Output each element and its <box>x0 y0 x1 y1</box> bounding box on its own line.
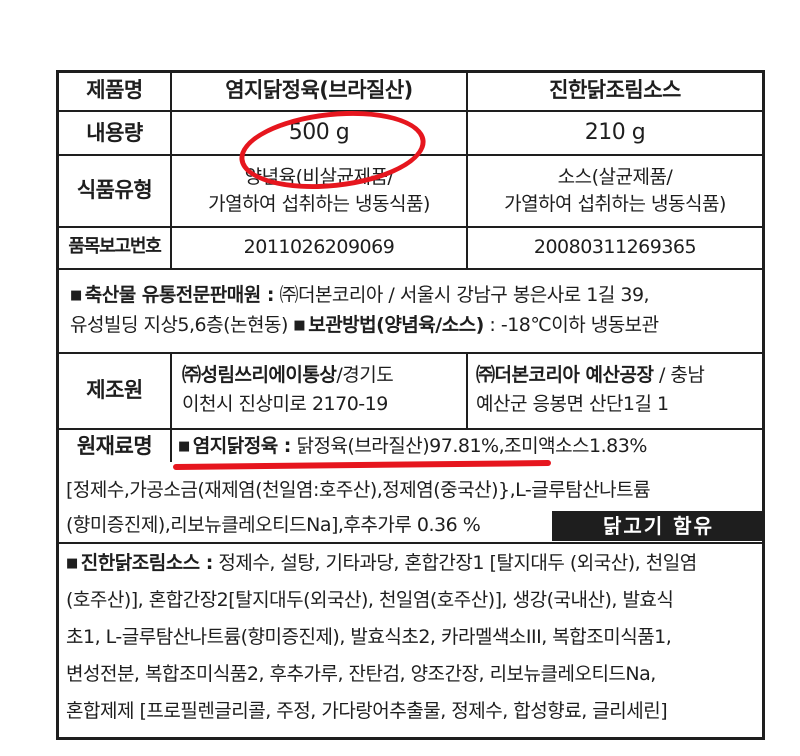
border-top <box>56 70 765 73</box>
manufacturer-label: 제조원 <box>86 378 143 402</box>
food-type-1-line2: 가열하여 섭취하는 냉동식품) <box>208 193 430 215</box>
ingredients-line-2: [정제수,가공소금(재제염(천일염:호주산),정제염(중국산)},L-글루탐산나… <box>66 479 651 501</box>
ingredients-line-1: ■ 염지닭정육 : 닭정육(브라질산)97.81%,조미액소스1.83% <box>178 435 647 457</box>
content-label: 내용량 <box>86 121 143 145</box>
food-type-2-line1: 소스(살균제품/ <box>557 166 673 188</box>
border-left <box>56 70 59 740</box>
bullet-square-icon: ■ <box>178 439 190 454</box>
divider-h3 <box>56 226 765 228</box>
ingredients-line-3: (향미증진제),리보뉴클레오티드Na],후추가루 0.36 % <box>66 514 481 536</box>
divider-v-middle-2 <box>466 352 468 428</box>
divider-h5 <box>56 352 765 354</box>
divider-v-label-2 <box>170 352 172 462</box>
content-value-2: 210 g <box>584 120 646 145</box>
manufacturer-1-line1: ㈜성림쓰리에이통상/경기도 <box>182 364 394 386</box>
food-type-2-line2: 가열하여 섭취하는 냉동식품) <box>504 193 726 215</box>
bullet-square-icon: ■ <box>293 318 306 333</box>
manufacturer-1-line2: 이천시 진상미로 2170-19 <box>182 393 388 415</box>
product-1-name: 염지닭정육(브라질산) <box>225 78 413 102</box>
divider-h7 <box>56 542 765 544</box>
header-label: 제품명 <box>86 78 143 102</box>
border-right <box>762 70 765 740</box>
sauce-line-5: 혼합제제 [프로필렌글리콜, 주정, 가다랑어추출물, 정제수, 합성향료, 글… <box>66 700 668 722</box>
ingredients-label: 원재료명 <box>76 434 153 458</box>
sauce-line-3: 초1, L-글루탐산나트륨(향미증진제), 발효식초2, 카라멜색소III, 복… <box>66 626 672 648</box>
red-underline-annotation <box>172 460 552 470</box>
distributor-line-2: 유성빌딩 지상5,6층(논현동) ■ 보관방법(양념육/소스) : -18℃이하 … <box>70 314 659 336</box>
sauce-line-1: ■ 진한닭조림소스 : 정제수, 설탕, 기타과당, 혼합간장1 [탈지대두 (외… <box>66 552 697 574</box>
divider-h1 <box>56 110 765 112</box>
food-type-label: 식품유형 <box>76 178 153 202</box>
product-2-name: 진한닭조림소스 <box>549 78 681 102</box>
distributor-line-1: ■ 축산물 유통전문판매원 : ㈜더본코리아 / 서울시 강남구 봉은사로 1길 … <box>70 284 650 306</box>
divider-h4 <box>56 268 765 270</box>
manufacturer-2-line1: ㈜더본코리아 예산공장 / 충남 <box>476 364 705 386</box>
sauce-line-4: 변성전분, 복합조미식품2, 후추가루, 잔탄검, 양조간장, 리보뉴클레오티드… <box>66 663 656 685</box>
report-number-1: 2011026209069 <box>243 236 395 258</box>
nutrition-label: 제품명 염지닭정육(브라질산) 진한닭조림소스 내용량 500 g 210 g … <box>56 70 765 740</box>
allergen-stamp: 닭고기 함유 <box>552 511 765 541</box>
sauce-line-2: (호주산)], 혼합간장2[탈지대두(외국산), 천일염(호주산)], 생강(국… <box>66 589 674 611</box>
border-bottom <box>56 737 765 740</box>
bullet-square-icon: ■ <box>66 556 78 571</box>
bullet-square-icon: ■ <box>70 288 82 303</box>
report-number-2: 20080311269365 <box>533 236 697 258</box>
report-number-label: 품목보고번호 <box>68 236 161 257</box>
divider-h6 <box>56 428 765 430</box>
manufacturer-2-line2: 예산군 응봉면 산단1길 1 <box>476 393 669 415</box>
